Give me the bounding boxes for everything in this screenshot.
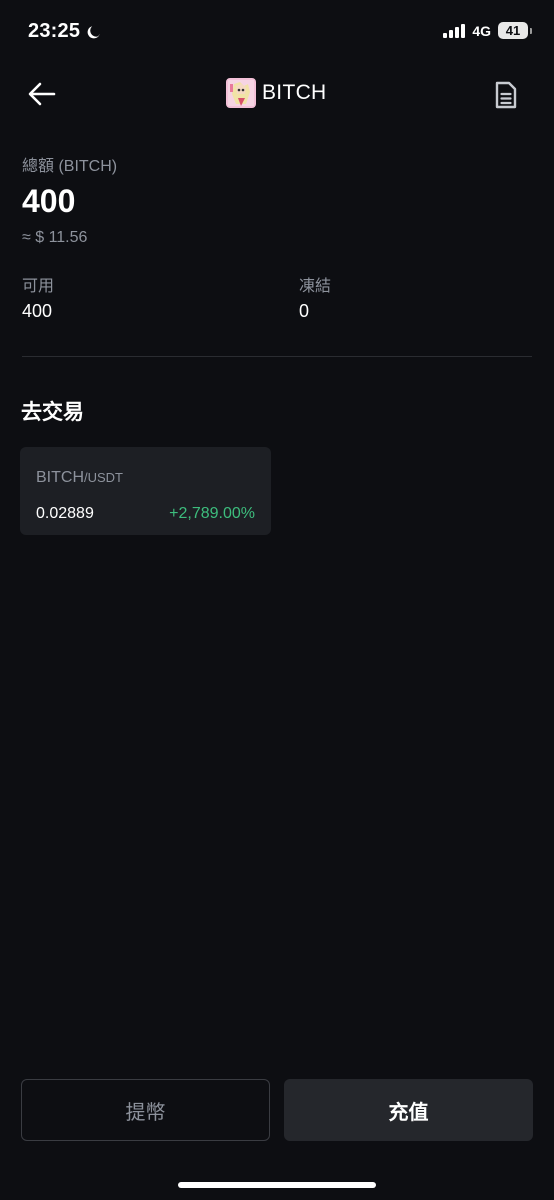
deposit-label: 充值 bbox=[388, 1101, 429, 1124]
frozen-value: 0 bbox=[299, 301, 310, 321]
time-text: 23:25 bbox=[28, 20, 81, 42]
pair-quote: /USDT bbox=[84, 470, 123, 485]
pair-price: 0.02889 bbox=[36, 505, 94, 522]
pair-change: +2,789.00% bbox=[169, 505, 255, 522]
pair-name: BITCH/USDT bbox=[36, 469, 123, 487]
page-title-group: BITCH bbox=[226, 78, 327, 108]
home-indicator[interactable] bbox=[178, 1182, 376, 1188]
withdraw-button[interactable]: 提幣 bbox=[21, 1079, 270, 1141]
back-arrow-icon[interactable] bbox=[24, 78, 60, 110]
pair-base: BITCH bbox=[36, 469, 84, 486]
trading-pair-card[interactable]: BITCH/USDT 0.02889 +2,789.00% bbox=[20, 447, 271, 535]
frozen-label: 凍結 bbox=[299, 278, 332, 295]
deposit-button[interactable]: 充值 bbox=[284, 1079, 533, 1141]
network-label: 4G bbox=[472, 22, 491, 39]
battery-level: 41 bbox=[505, 23, 521, 38]
total-balance-label: 總額 (BITCH) bbox=[22, 158, 118, 175]
document-icon[interactable] bbox=[492, 80, 520, 110]
go-trade-title: 去交易 bbox=[21, 401, 84, 424]
divider bbox=[22, 356, 532, 357]
signal-icon bbox=[443, 23, 466, 38]
approx-usd-value: ≈ $ 11.56 bbox=[22, 229, 88, 246]
page-title: BITCH bbox=[262, 81, 327, 104]
status-bar-time: 23:25 bbox=[28, 20, 102, 43]
status-bar-indicators: 4G 41 bbox=[443, 22, 532, 39]
available-value: 400 bbox=[22, 301, 53, 321]
moon-icon bbox=[87, 25, 100, 38]
token-logo-icon bbox=[226, 78, 256, 108]
total-balance-value: 400 bbox=[22, 183, 76, 219]
available-label: 可用 bbox=[22, 278, 55, 295]
withdraw-label: 提幣 bbox=[125, 1101, 166, 1124]
battery-icon: 41 bbox=[498, 22, 532, 39]
